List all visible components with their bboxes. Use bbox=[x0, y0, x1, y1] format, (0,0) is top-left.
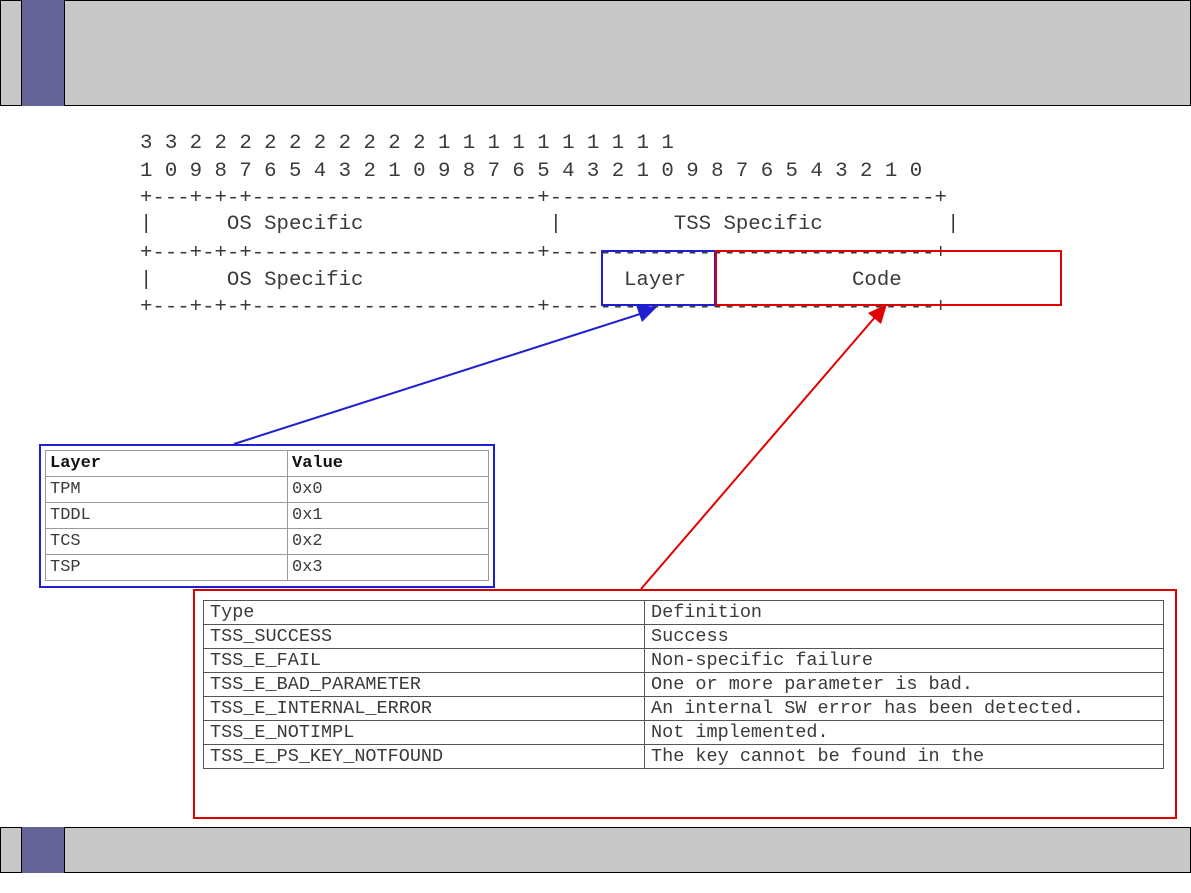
table-row: TSS_E_NOTIMPL Not implemented. bbox=[203, 720, 1164, 745]
layer-arrowhead bbox=[636, 305, 657, 322]
type-cell: TSS_E_FAIL bbox=[203, 648, 645, 673]
table-row: TSS_SUCCESS Success bbox=[203, 624, 1164, 649]
type-cell: TSS_E_PS_KEY_NOTFOUND bbox=[203, 744, 645, 769]
type-cell: TSS_E_BAD_PARAMETER bbox=[203, 672, 645, 697]
definition-cell: Success bbox=[644, 624, 1164, 649]
layer-column-header: Layer bbox=[45, 450, 288, 477]
table-row: TSP 0x3 bbox=[45, 554, 489, 581]
layer-callout-arrow bbox=[233, 313, 641, 445]
value-cell: 0x1 bbox=[287, 502, 489, 529]
type-cell: TSS_E_NOTIMPL bbox=[203, 720, 645, 745]
table-header-row: Type Definition bbox=[203, 600, 1164, 625]
table-header-row: Layer Value bbox=[45, 450, 489, 477]
table-row: TPM 0x0 bbox=[45, 476, 489, 503]
type-cell: TSS_E_INTERNAL_ERROR bbox=[203, 696, 645, 721]
type-column-header: Type bbox=[203, 600, 645, 625]
definition-cell: An internal SW error has been detected. bbox=[644, 696, 1164, 721]
code-callout-arrow bbox=[640, 315, 877, 590]
table-row: TSS_E_FAIL Non-specific failure bbox=[203, 648, 1164, 673]
definition-cell: The key cannot be found in the bbox=[644, 744, 1164, 769]
table-row: TSS_E_BAD_PARAMETER One or more parameter… bbox=[203, 672, 1164, 697]
layer-cell: TSP bbox=[45, 554, 288, 581]
table-row: TDDL 0x1 bbox=[45, 502, 489, 529]
definition-cell: One or more parameter is bad. bbox=[644, 672, 1164, 697]
layer-cell: TCS bbox=[45, 528, 288, 555]
layer-table: Layer Value TPM 0x0 TDDL 0x1 TCS 0x2 TSP 0x3 bbox=[45, 450, 489, 581]
value-column-header: Value bbox=[287, 450, 489, 477]
layer-table-callout: Layer Value TPM 0x0 TDDL 0x1 TCS 0x2 TSP 0x3 bbox=[39, 444, 495, 588]
slide-footer-bar bbox=[0, 827, 1191, 873]
layer-cell: TPM bbox=[45, 476, 288, 503]
layer-cell: TDDL bbox=[45, 502, 288, 529]
definition-cell: Non-specific failure bbox=[644, 648, 1164, 673]
code-table: Type Definition TSS_SUCCESS Success TSS_E… bbox=[203, 600, 1164, 769]
value-cell: 0x2 bbox=[287, 528, 489, 555]
type-cell: TSS_SUCCESS bbox=[203, 624, 645, 649]
definition-cell: Not implemented. bbox=[644, 720, 1164, 745]
table-row: TSS_E_INTERNAL_ERROR An internal SW error… bbox=[203, 696, 1164, 721]
value-cell: 0x3 bbox=[287, 554, 489, 581]
table-row: TSS_E_PS_KEY_NOTFOUND The key cannot be f… bbox=[203, 744, 1164, 769]
value-cell: 0x0 bbox=[287, 476, 489, 503]
code-table-callout: Type Definition TSS_SUCCESS Success TSS_E… bbox=[193, 589, 1177, 819]
table-row: TCS 0x2 bbox=[45, 528, 489, 555]
footer-accent-block bbox=[21, 827, 65, 873]
definition-column-header: Definition bbox=[644, 600, 1164, 625]
